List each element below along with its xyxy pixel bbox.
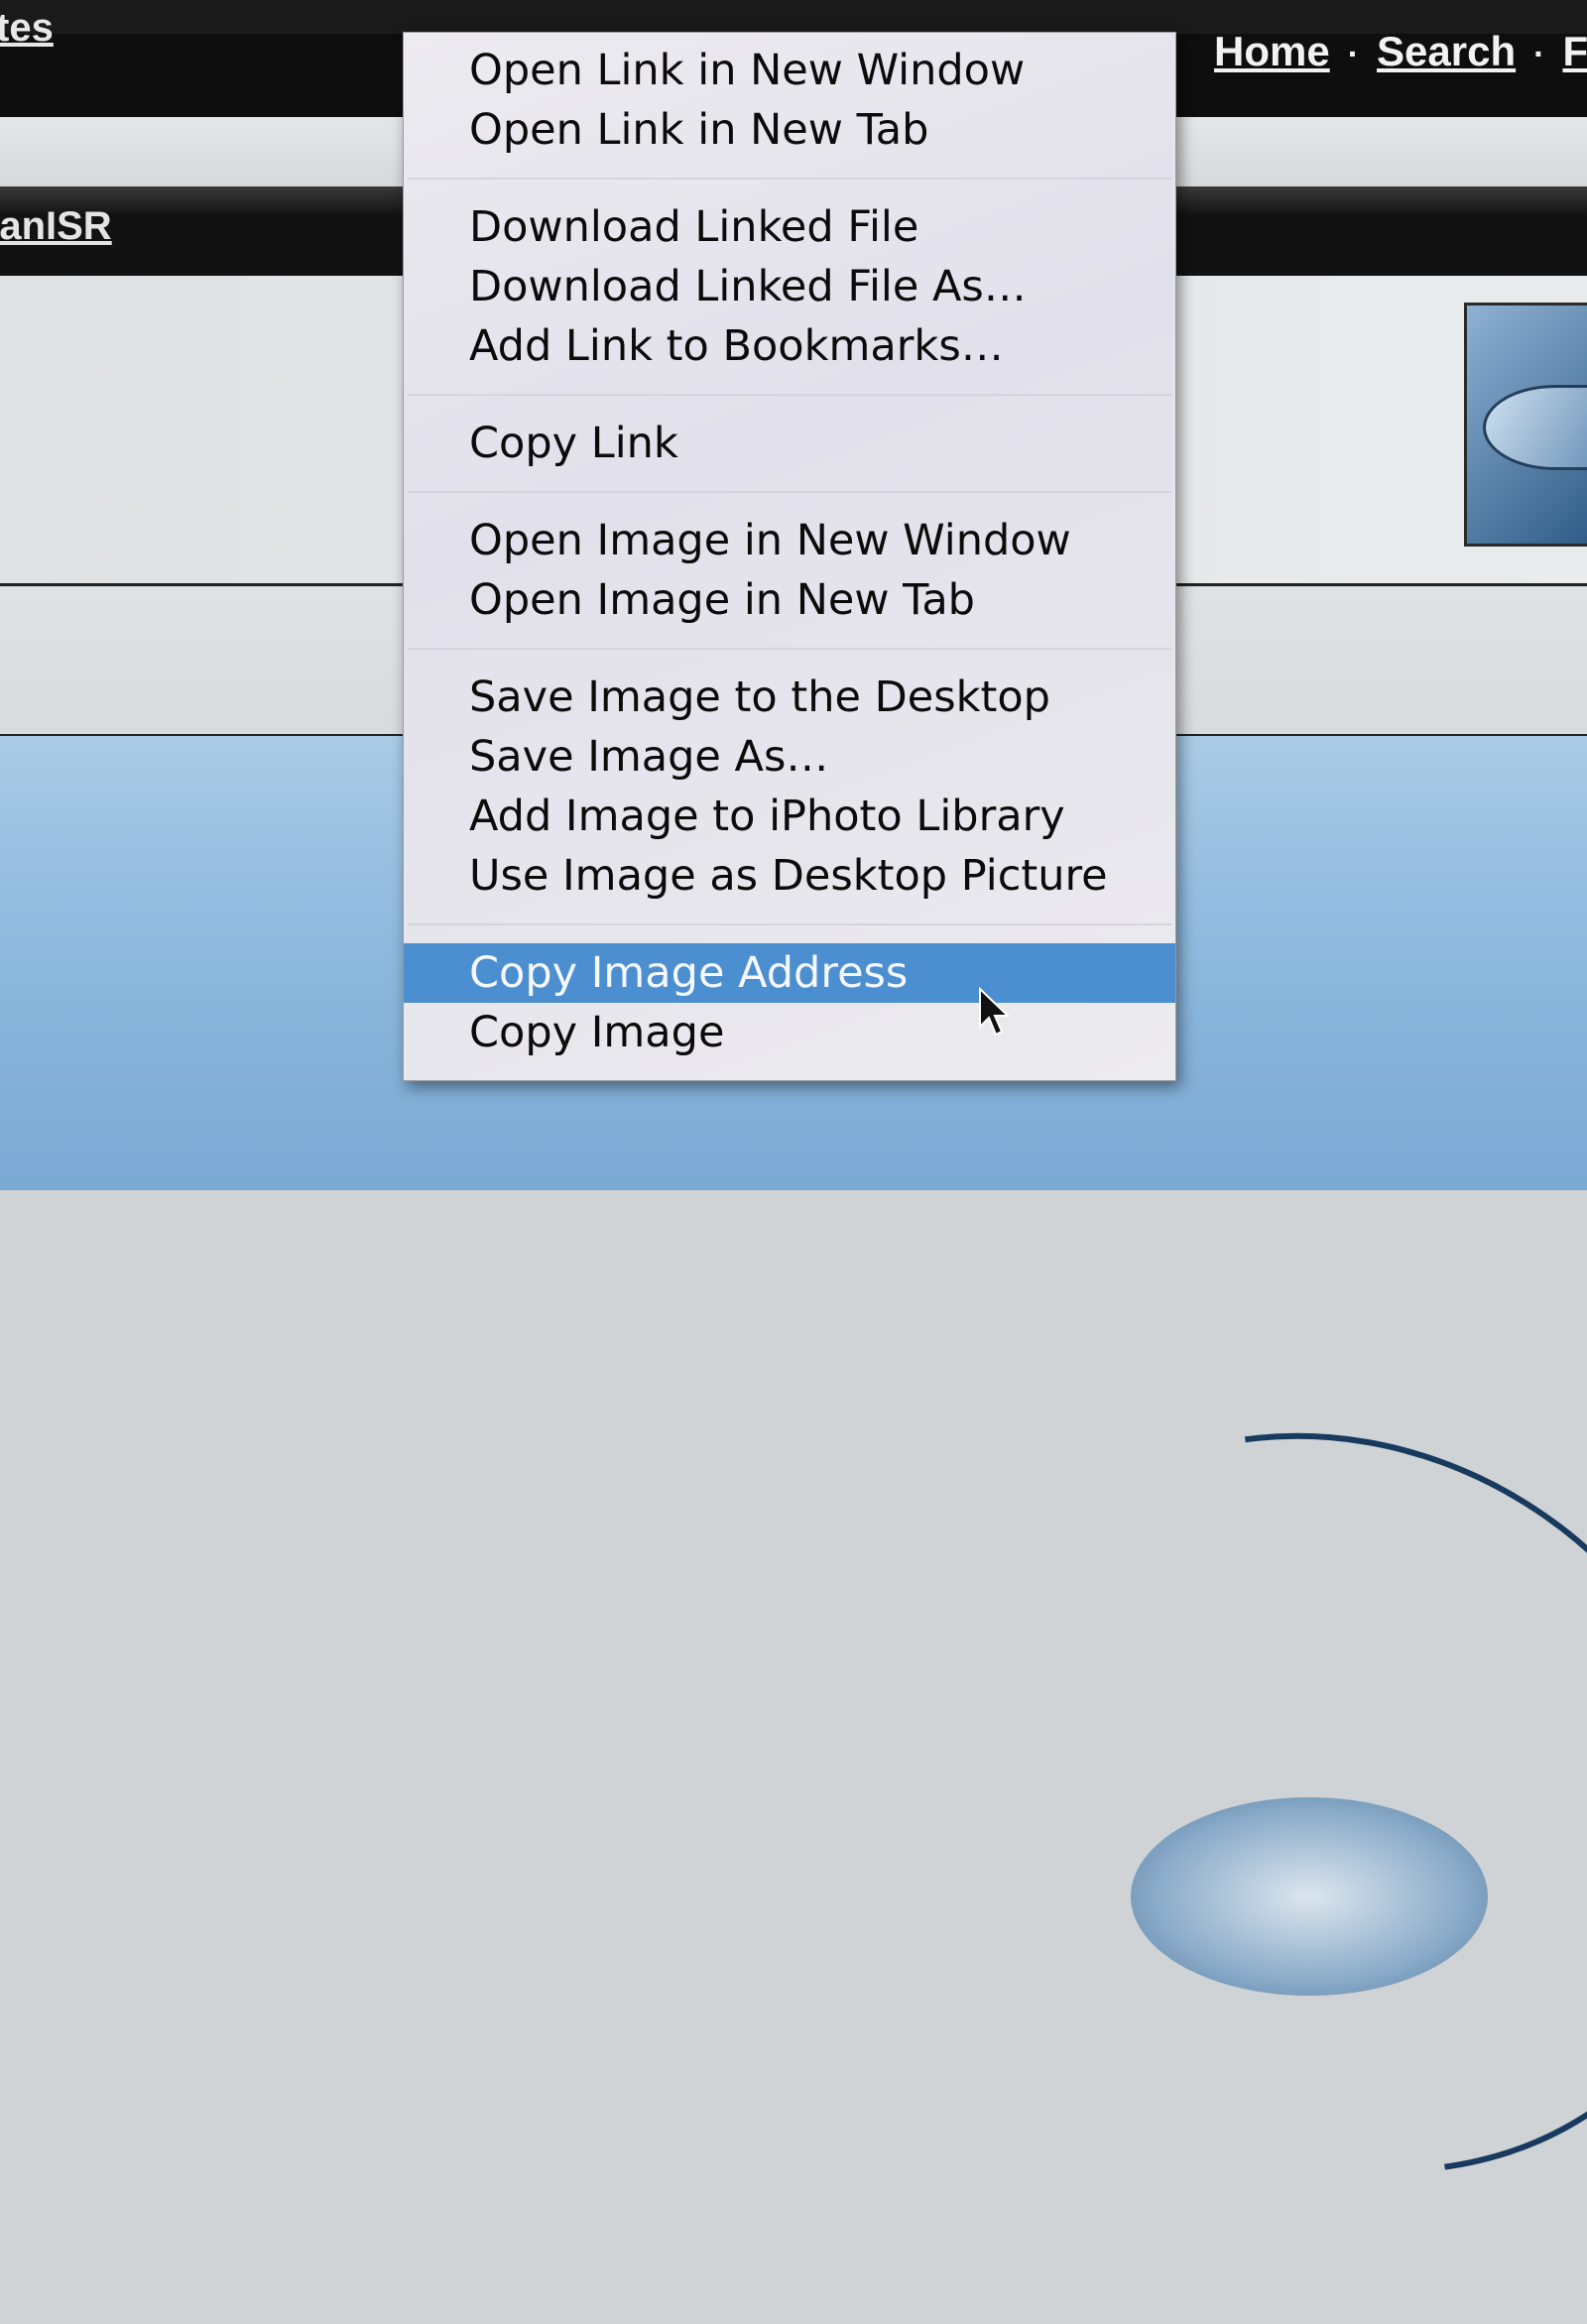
menu-item-open-link-new-window[interactable]: Open Link in New Window — [404, 41, 1175, 100]
username-link[interactable]: tanISR — [0, 204, 112, 249]
top-nav: Home · Search · F — [1214, 28, 1587, 75]
menu-separator — [404, 376, 1175, 414]
menu-item-open-image-new-tab[interactable]: Open Image in New Tab — [404, 570, 1175, 630]
menu-item-copy-image-address[interactable]: Copy Image Address — [404, 943, 1175, 1003]
menu-item-save-image-as[interactable]: Save Image As… — [404, 727, 1175, 787]
menu-separator — [404, 630, 1175, 668]
context-menu: Open Link in New Window Open Link in New… — [403, 32, 1176, 1081]
headlight-graphic — [1483, 385, 1587, 470]
menu-item-copy-image[interactable]: Copy Image — [404, 1003, 1175, 1062]
arrow-cursor-icon — [979, 987, 1011, 1037]
header-link-partial[interactable]: tes — [0, 6, 54, 51]
menu-item-open-image-new-window[interactable]: Open Image in New Window — [404, 511, 1175, 570]
car-headlamp — [1131, 1797, 1488, 1996]
menu-item-copy-link[interactable]: Copy Link — [404, 414, 1175, 473]
nav-separator: · — [1533, 36, 1545, 73]
menu-item-add-link-to-bookmarks[interactable]: Add Link to Bookmarks… — [404, 316, 1175, 376]
nav-link-partial[interactable]: F — [1562, 28, 1587, 74]
nav-home-link[interactable]: Home — [1214, 28, 1330, 74]
menu-separator — [404, 906, 1175, 943]
nav-search-link[interactable]: Search — [1377, 28, 1516, 74]
menu-separator — [404, 473, 1175, 511]
menu-item-open-link-new-tab[interactable]: Open Link in New Tab — [404, 100, 1175, 160]
menu-item-download-linked-file[interactable]: Download Linked File — [404, 197, 1175, 257]
car-thumbnail-image[interactable] — [1464, 303, 1587, 547]
menu-item-save-image-to-desktop[interactable]: Save Image to the Desktop — [404, 668, 1175, 727]
nav-separator: · — [1347, 36, 1360, 73]
menu-item-download-linked-file-as[interactable]: Download Linked File As… — [404, 257, 1175, 316]
menu-item-add-image-to-iphoto[interactable]: Add Image to iPhoto Library — [404, 787, 1175, 846]
car-body-curve — [812, 1283, 1587, 2324]
menu-separator — [404, 160, 1175, 197]
menu-item-use-image-as-desktop-picture[interactable]: Use Image as Desktop Picture — [404, 846, 1175, 906]
